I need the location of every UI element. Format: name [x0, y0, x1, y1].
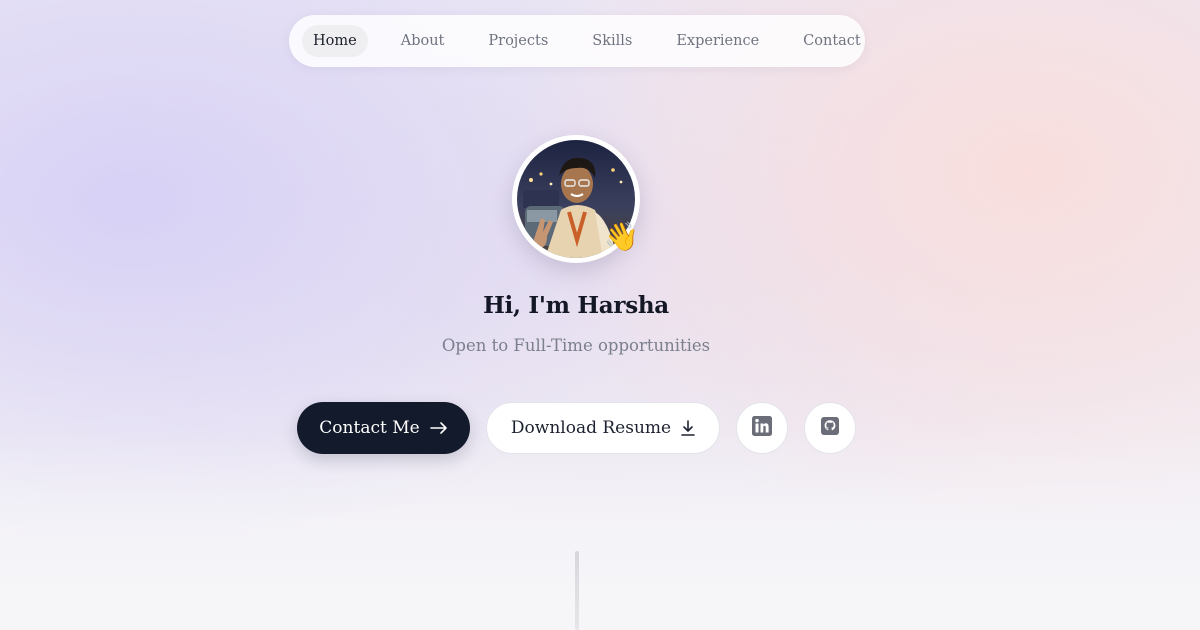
linkedin-icon	[752, 416, 772, 440]
download-resume-label: Download Resume	[510, 418, 672, 438]
download-resume-button[interactable]: Download Resume	[486, 402, 720, 454]
contact-me-button[interactable]: Contact Me	[297, 402, 470, 454]
waving-hand-icon: 👋	[604, 220, 639, 253]
github-icon	[821, 417, 839, 439]
nav-item-experience[interactable]: Experience	[676, 33, 759, 49]
hero-subtitle: Open to Full-Time opportunities	[441, 336, 711, 355]
download-icon	[681, 420, 695, 436]
scroll-indicator	[575, 551, 579, 630]
nav-item-home[interactable]: Home	[302, 25, 368, 57]
hero-title: Hi, I'm Harsha	[483, 292, 669, 319]
contact-me-label: Contact Me	[319, 418, 420, 438]
nav-item-projects[interactable]: Projects	[488, 33, 548, 49]
nav-item-about[interactable]: About	[401, 33, 445, 49]
linkedin-button[interactable]	[736, 402, 788, 454]
top-navigation: Home About Projects Skills Experience Co…	[289, 15, 865, 67]
profile-avatar-container: 👋	[512, 135, 640, 263]
github-button[interactable]	[804, 402, 856, 454]
arrow-right-icon	[429, 421, 448, 435]
nav-item-skills[interactable]: Skills	[592, 33, 632, 49]
nav-item-contact[interactable]: Contact	[803, 33, 861, 49]
